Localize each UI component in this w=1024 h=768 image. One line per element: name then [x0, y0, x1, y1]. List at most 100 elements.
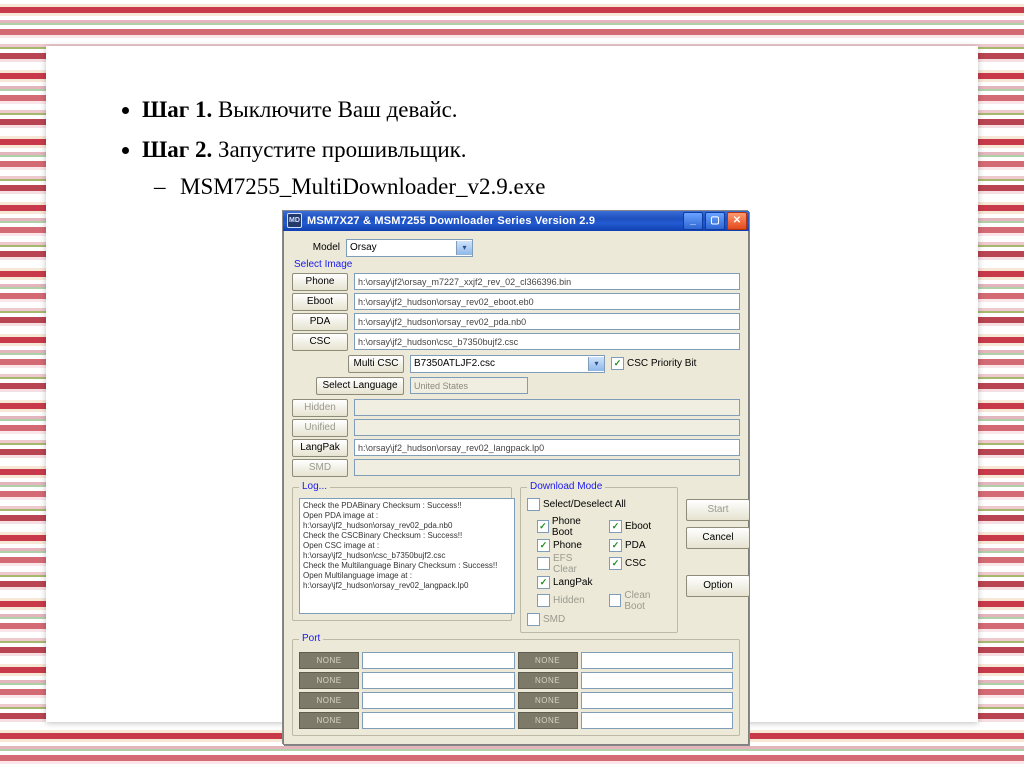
select-language-button[interactable]: Select Language [316, 377, 404, 395]
step-1-text: Выключите Ваш девайс. [212, 97, 457, 122]
pda-checkbox[interactable]: ✓PDA [609, 539, 671, 552]
pda-button[interactable]: PDA [292, 313, 348, 331]
csc-checkbox[interactable]: ✓CSC [609, 553, 671, 575]
csc-button[interactable]: CSC [292, 333, 348, 351]
csc-path[interactable]: h:\orsay\jf2_hudson\csc_b7350bujf2.csc [354, 333, 740, 350]
downloader-window: MD MSM7X27 & MSM7255 Downloader Series V… [283, 211, 749, 745]
unified-button[interactable]: Unified [292, 419, 348, 437]
unified-path [354, 419, 740, 436]
cancel-button[interactable]: Cancel [686, 527, 750, 549]
select-language-value: United States [410, 377, 528, 394]
log-legend: Log... [299, 481, 330, 492]
row-pda: PDA h:\orsay\jf2_hudson\orsay_rev02_pda.… [292, 313, 740, 331]
port-field-4b [581, 712, 734, 729]
phone-checkbox[interactable]: ✓Phone [537, 539, 599, 552]
row-eboot: Eboot h:\orsay\jf2_hudson\orsay_rev02_eb… [292, 293, 740, 311]
port-none-1b: NONE [518, 652, 578, 669]
multi-csc-combo[interactable]: B7350ATLJF2.csc ▾ [410, 355, 605, 373]
csc-priority-checkbox[interactable]: ✓ CSC Priority Bit [611, 357, 696, 370]
hidden-checkbox: Hidden [537, 590, 599, 612]
row-smd: SMD [292, 459, 740, 477]
csc-priority-label: CSC Priority Bit [627, 358, 696, 369]
row-unified: Unified [292, 419, 740, 437]
multi-csc-value: B7350ATLJF2.csc [414, 358, 495, 369]
port-none-2b: NONE [518, 672, 578, 689]
csc-label: CSC [625, 558, 646, 569]
close-button[interactable]: ✕ [727, 212, 747, 230]
port-group: Port NONE NONE NONE NONE NONE NONE [292, 639, 740, 736]
phone-label: Phone [553, 540, 582, 551]
step-2: Шаг 2. Запустите прошивльщик. MSM7255_Mu… [142, 132, 936, 205]
multi-csc-row: Multi CSC B7350ATLJF2.csc ▾ ✓ CSC Priori… [292, 355, 740, 373]
port-field-1b [581, 652, 734, 669]
eboot-path[interactable]: h:\orsay\jf2_hudson\orsay_rev02_eboot.eb… [354, 293, 740, 310]
steps-list: Шаг 1. Выключите Ваш девайс. Шаг 2. Запу… [96, 92, 936, 205]
select-all-label: Select/Deselect All [543, 499, 626, 510]
option-button[interactable]: Option [686, 575, 750, 597]
port-field-3b [581, 692, 734, 709]
log-column: Log... Check the PDABinary Checksum : Su… [292, 481, 512, 633]
pda-path[interactable]: h:\orsay\jf2_hudson\orsay_rev02_pda.nb0 [354, 313, 740, 330]
select-image-header: Select Image [294, 259, 740, 270]
port-none-3b: NONE [518, 692, 578, 709]
port-field-4a [362, 712, 515, 729]
efs-clear-label: EFS Clear [553, 553, 599, 575]
port-field-2a [362, 672, 515, 689]
chevron-down-icon: ▾ [588, 357, 604, 371]
port-none-4a: NONE [299, 712, 359, 729]
log-textarea[interactable]: Check the PDABinary Checksum : Success!!… [299, 498, 515, 614]
log-group: Log... Check the PDABinary Checksum : Su… [292, 487, 512, 621]
eboot-checkbox[interactable]: ✓Eboot [609, 516, 671, 538]
langpak-checkbox[interactable]: ✓LangPak [537, 576, 671, 589]
step-2-bold: Шаг 2. [142, 137, 212, 162]
multi-csc-button[interactable]: Multi CSC [348, 355, 404, 373]
download-mode-group: Download Mode Select/Deselect All ✓Phone… [520, 487, 678, 633]
download-mode-legend: Download Mode [527, 481, 605, 492]
eboot-button[interactable]: Eboot [292, 293, 348, 311]
smd-path [354, 459, 740, 476]
slide-content: Шаг 1. Выключите Ваш девайс. Шаг 2. Запу… [46, 46, 978, 757]
step-2-sublist: MSM7255_MultiDownloader_v2.9.exe [142, 169, 936, 205]
checkbox-checked-icon: ✓ [609, 557, 622, 570]
minimize-button[interactable]: _ [683, 212, 703, 230]
start-button[interactable]: Start [686, 499, 750, 521]
checkbox-checked-icon: ✓ [609, 539, 622, 552]
port-grid: NONE NONE NONE NONE NONE NONE NONE [299, 652, 733, 729]
pda-label: PDA [625, 540, 646, 551]
window-body: Model Orsay ▾ Select Image Phone h:\orsa… [283, 231, 749, 745]
checkbox-icon [527, 613, 540, 626]
row-csc: CSC h:\orsay\jf2_hudson\csc_b7350bujf2.c… [292, 333, 740, 351]
step-1-bold: Шаг 1. [142, 97, 212, 122]
step-2-text: Запустите прошивльщик. [212, 137, 466, 162]
checkbox-checked-icon: ✓ [537, 539, 550, 552]
app-icon: MD [287, 213, 302, 228]
maximize-button[interactable]: ▢ [705, 212, 725, 230]
window-titlebar[interactable]: MD MSM7X27 & MSM7255 Downloader Series V… [283, 211, 749, 231]
phone-path[interactable]: h:\orsay\jf2\orsay_m7227_xxjf2_rev_02_cl… [354, 273, 740, 290]
select-all-checkbox[interactable]: Select/Deselect All [527, 498, 626, 511]
langpak-label: LangPak [553, 577, 592, 588]
phone-boot-checkbox[interactable]: ✓Phone Boot [537, 516, 599, 538]
smd-checkbox: SMD [527, 613, 671, 626]
select-language-row: Select Language United States [292, 377, 740, 395]
checkbox-icon [527, 498, 540, 511]
port-field-1a [362, 652, 515, 669]
phone-button[interactable]: Phone [292, 273, 348, 291]
hidden-button[interactable]: Hidden [292, 399, 348, 417]
port-field-2b [581, 672, 734, 689]
row-hidden: Hidden [292, 399, 740, 417]
port-legend: Port [299, 633, 323, 644]
langpak-button[interactable]: LangPak [292, 439, 348, 457]
efs-clear-checkbox: EFS Clear [537, 553, 599, 575]
clean-boot-label: Clean Boot [624, 590, 671, 612]
model-label: Model [292, 242, 340, 253]
hidden-label: Hidden [553, 595, 585, 606]
action-buttons-column: Start Cancel Option [686, 499, 740, 633]
smd-button[interactable]: SMD [292, 459, 348, 477]
checkbox-checked-icon: ✓ [611, 357, 624, 370]
model-combo[interactable]: Orsay ▾ [346, 239, 473, 257]
langpak-path[interactable]: h:\orsay\jf2_hudson\orsay_rev02_langpack… [354, 439, 740, 456]
chevron-down-icon: ▾ [456, 241, 472, 255]
checkbox-icon [537, 594, 550, 607]
clean-boot-checkbox: Clean Boot [609, 590, 671, 612]
